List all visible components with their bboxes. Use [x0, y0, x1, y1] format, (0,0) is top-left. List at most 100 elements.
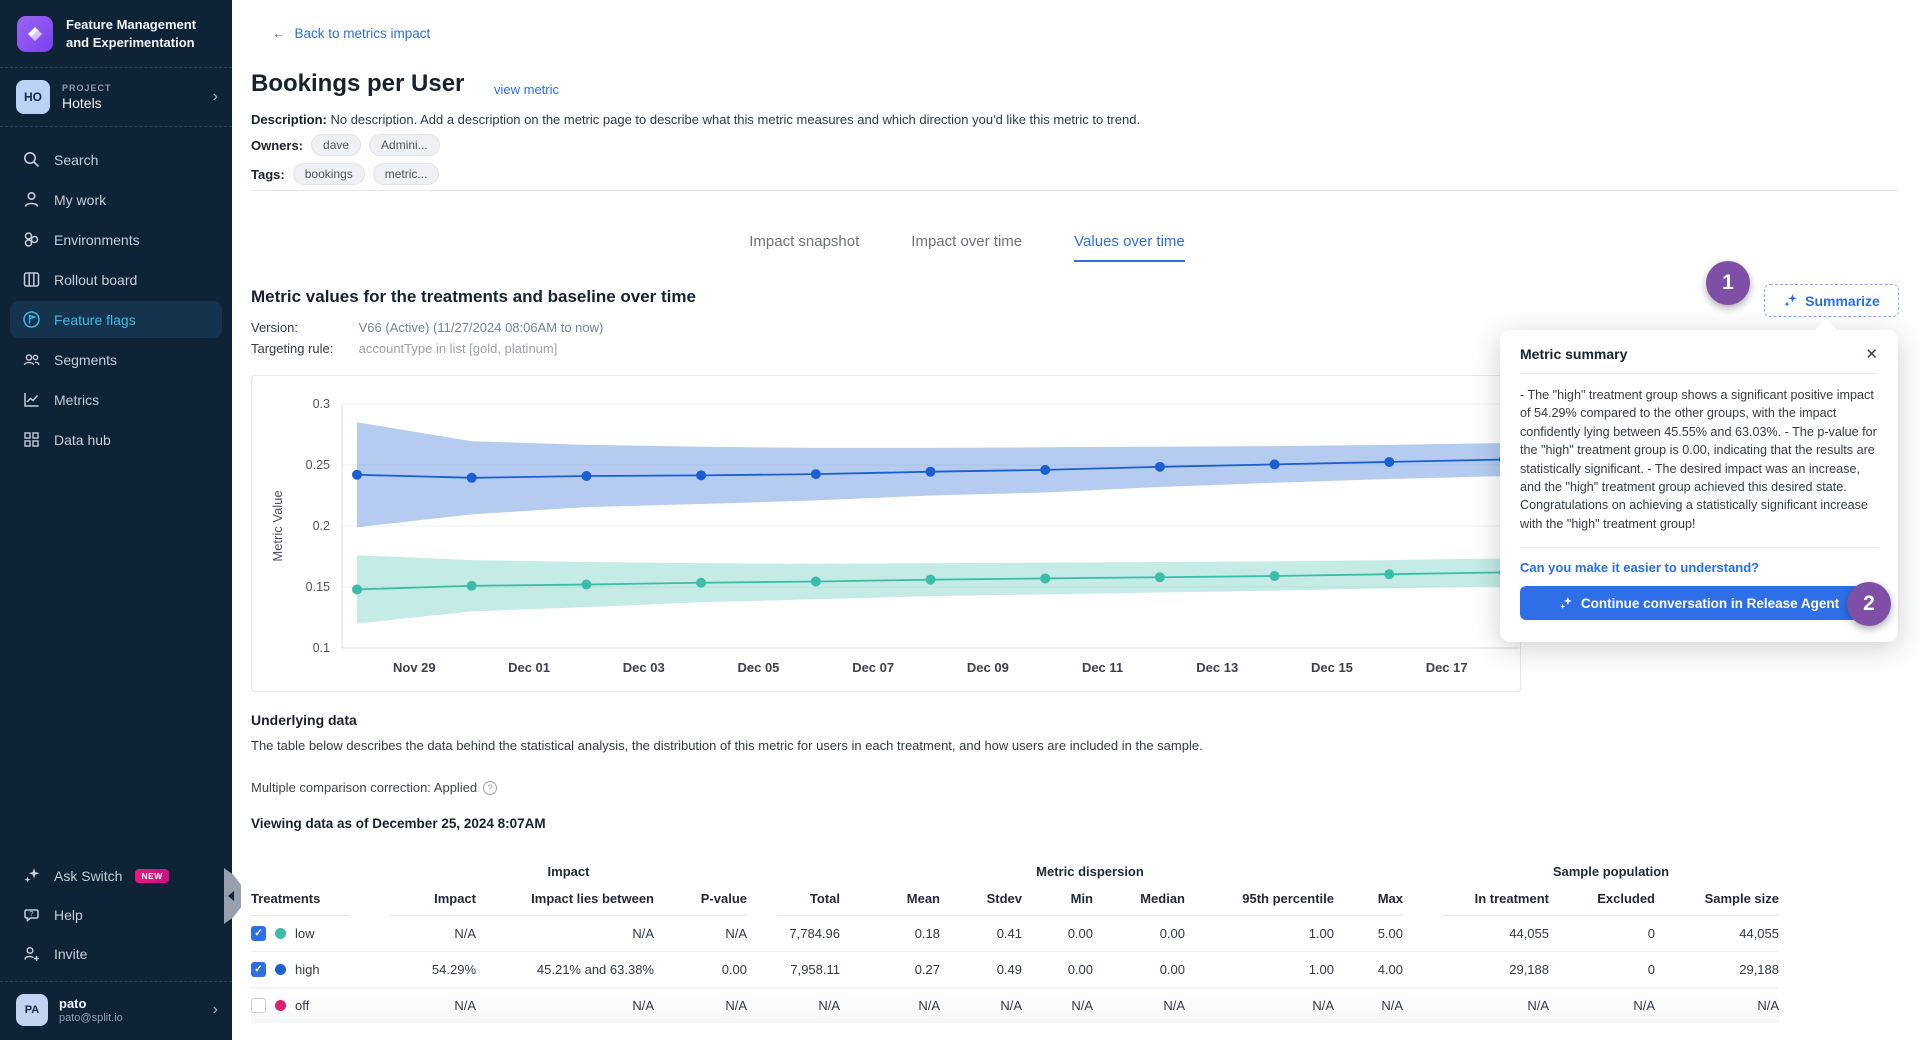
sidebar-item-segments[interactable]: Segments	[10, 341, 222, 378]
group-header-dispersion: Metric dispersion	[777, 860, 1403, 887]
svg-text:Dec 11: Dec 11	[1082, 660, 1123, 675]
svg-text:Dec 07: Dec 07	[852, 660, 894, 675]
table-row: high 54.29% 45.21% and 63.38% 0.00 7,958…	[251, 952, 1779, 988]
popup-title: Metric summary	[1520, 346, 1627, 362]
tag-chip[interactable]: metric...	[373, 163, 440, 185]
group-header-impact: Impact	[390, 860, 747, 887]
targeting-row: Targeting rule: accountType in list [gol…	[251, 341, 557, 356]
sidebar-item-help[interactable]: ? Help	[0, 895, 232, 934]
metric-summary-popup: Metric summary ✕ - The "high" treatment …	[1500, 330, 1898, 642]
treatment-color-dot	[275, 1000, 286, 1011]
search-icon	[22, 150, 41, 169]
project-kicker: PROJECT	[62, 83, 112, 93]
svg-text:Dec 17: Dec 17	[1426, 660, 1468, 675]
svg-text:Dec 05: Dec 05	[737, 660, 779, 675]
chevron-right-icon: ›	[213, 1001, 218, 1019]
help-icon: ?	[22, 905, 41, 924]
project-badge: HO	[16, 80, 50, 114]
sidebar-item-rollout-board[interactable]: Rollout board	[10, 261, 222, 298]
treatment-checkbox[interactable]	[251, 926, 266, 941]
tab-impact-snapshot[interactable]: Impact snapshot	[749, 233, 859, 262]
col-total: Total	[777, 887, 840, 916]
tab-impact-over-time[interactable]: Impact over time	[911, 233, 1022, 262]
svg-text:0.15: 0.15	[306, 580, 330, 594]
group-header-sample: Sample population	[1443, 860, 1779, 887]
chevron-right-icon: ›	[213, 88, 218, 106]
view-metric-link[interactable]: view metric	[494, 82, 559, 97]
tag-chip[interactable]: bookings	[293, 163, 365, 185]
summarize-button[interactable]: Summarize	[1764, 284, 1899, 317]
svg-text:?: ?	[29, 909, 33, 918]
sidebar-item-data-hub[interactable]: Data hub	[10, 421, 222, 458]
underlying-data-heading: Underlying data	[251, 712, 357, 728]
line-chart-svg: 0.30.250.20.150.1Nov 29Dec 01Dec 03Dec 0…	[252, 376, 1520, 691]
sparkles-icon	[1783, 293, 1798, 308]
app-logo-icon	[16, 15, 54, 53]
sidebar-item-search[interactable]: Search	[10, 141, 222, 178]
invite-icon	[22, 944, 41, 963]
sidebar-item-my-work[interactable]: My work	[10, 181, 222, 218]
sidebar-item-ask-switch[interactable]: Ask Switch NEW	[0, 856, 232, 895]
svg-text:Metric Value: Metric Value	[270, 490, 285, 561]
environments-icon	[22, 230, 41, 249]
section-heading: Metric values for the treatments and bas…	[251, 287, 696, 307]
svg-text:Nov 29: Nov 29	[393, 660, 436, 675]
sidebar: Feature Management and Experimentation H…	[0, 0, 232, 1040]
col-sample-size: Sample size	[1655, 887, 1779, 916]
col-max: Max	[1334, 887, 1403, 916]
new-badge: NEW	[135, 869, 168, 883]
svg-text:Dec 01: Dec 01	[508, 660, 550, 675]
tab-values-over-time[interactable]: Values over time	[1074, 233, 1185, 262]
annotation-step-1: 1	[1706, 261, 1750, 305]
continue-in-release-agent-button[interactable]: Continue conversation in Release Agent	[1520, 586, 1878, 620]
user-menu[interactable]: PA pato pato@split.io ›	[0, 981, 232, 1040]
back-link[interactable]: ← Back to metrics impact	[272, 26, 430, 41]
summary-text: - The "high" treatment group shows a sig…	[1520, 374, 1878, 548]
values-over-time-chart: 0.30.250.20.150.1Nov 29Dec 01Dec 03Dec 0…	[251, 375, 1521, 692]
svg-text:Dec 15: Dec 15	[1311, 660, 1353, 675]
treatment-checkbox[interactable]	[251, 962, 266, 977]
sidebar-footer: Ask Switch NEW ? Help Invite PA pato pat…	[0, 856, 232, 1040]
sidebar-nav: Search My work Environments Rollout boar…	[0, 127, 232, 475]
summary-followup-link[interactable]: Can you make it easier to understand?	[1520, 560, 1878, 575]
col-p-value: P-value	[654, 887, 747, 916]
user-icon	[22, 190, 41, 209]
table-row: off N/A N/A N/A N/A N/A N/A N/A N/A N/A …	[251, 988, 1779, 1024]
owner-chip[interactable]: Admini...	[369, 134, 440, 156]
sidebar-item-environments[interactable]: Environments	[10, 221, 222, 258]
app-title: Feature Management and Experimentation	[66, 16, 196, 51]
app-brand: Feature Management and Experimentation	[0, 0, 232, 68]
version-value: V66 (Active) (11/27/2024 08:06AM to now)	[359, 320, 604, 335]
sidebar-collapse-handle[interactable]	[224, 868, 241, 924]
svg-text:0.25: 0.25	[306, 458, 330, 472]
close-icon[interactable]: ✕	[1865, 345, 1878, 363]
col-impact: Impact	[390, 887, 476, 916]
underlying-data-description: The table below describes the data behin…	[251, 738, 1501, 753]
owner-chip[interactable]: dave	[311, 134, 361, 156]
treatment-checkbox[interactable]	[251, 998, 266, 1013]
svg-text:Dec 03: Dec 03	[623, 660, 665, 675]
feature-flag-icon	[22, 310, 41, 329]
sparkles-icon	[1559, 596, 1573, 610]
tags-row: Tags: bookings metric...	[251, 163, 439, 185]
user-email: pato@split.io	[59, 1012, 123, 1024]
help-circle-icon[interactable]: ?	[483, 781, 497, 795]
col-impact-lies-between: Impact lies between	[476, 887, 654, 916]
col-treatments: Treatments	[251, 887, 350, 916]
page-title: Bookings per User	[251, 70, 464, 98]
metrics-icon	[22, 390, 41, 409]
sidebar-item-invite[interactable]: Invite	[0, 934, 232, 973]
project-switcher[interactable]: HO PROJECT Hotels ›	[0, 68, 232, 127]
svg-text:0.2: 0.2	[313, 519, 330, 533]
correction-line: Multiple comparison correction: Applied …	[251, 780, 497, 795]
sidebar-item-feature-flags[interactable]: Feature flags	[10, 301, 222, 338]
metric-tabs: Impact snapshot Impact over time Values …	[232, 233, 1702, 262]
page: Feature Management and Experimentation H…	[0, 0, 1920, 1040]
col-mean: Mean	[840, 887, 940, 916]
segments-icon	[22, 350, 41, 369]
description-line: Description: No description. Add a descr…	[251, 112, 1501, 127]
data-hub-icon	[22, 430, 41, 449]
treatment-color-dot	[275, 964, 286, 975]
col-min: Min	[1022, 887, 1093, 916]
sidebar-item-metrics[interactable]: Metrics	[10, 381, 222, 418]
